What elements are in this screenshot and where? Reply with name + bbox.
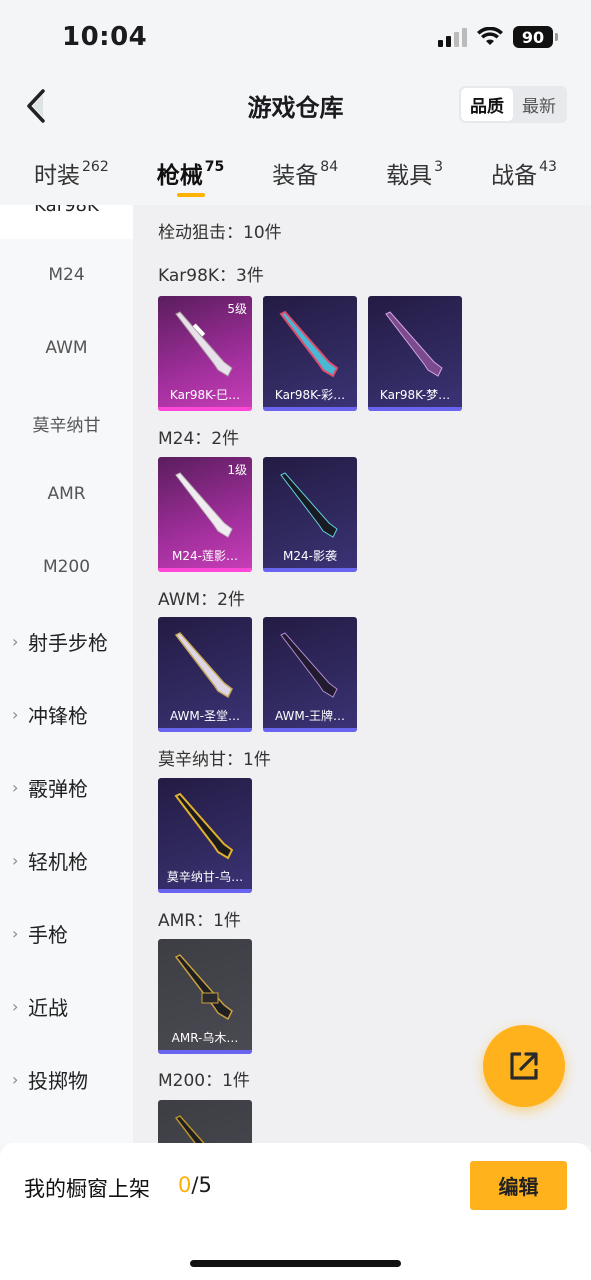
sidebar-category-smg[interactable]: › 冲锋枪 <box>12 700 132 729</box>
sidebar-item-amr[interactable]: AMR <box>0 484 133 504</box>
sort-newest-button[interactable]: 最新 <box>513 88 565 121</box>
level-badge: 1级 <box>227 463 247 477</box>
sidebar-category-melee[interactable]: › 近战 <box>12 992 132 1021</box>
sidebar-category-shotgun[interactable]: › 霰弹枪 <box>12 773 132 802</box>
weapon-card[interactable]: 5级 Kar98K-巳… <box>158 296 252 411</box>
edit-button[interactable]: 编辑 <box>470 1161 567 1210</box>
weapon-name: 莫辛纳甘-乌… <box>166 870 244 884</box>
showcase-label: 我的橱窗上架 <box>24 1177 150 1201</box>
rifle-icon <box>174 792 234 860</box>
tab-fashion[interactable]: 时装 262 <box>34 144 109 204</box>
tab-supplies[interactable]: 战备 43 <box>491 144 557 204</box>
weapon-card[interactable] <box>158 1100 252 1145</box>
tab-count: 43 <box>539 159 557 175</box>
sort-toggle: 品质 最新 <box>459 86 567 123</box>
sidebar-category-lmg[interactable]: › 轻机枪 <box>12 846 132 875</box>
tab-equipment[interactable]: 装备 84 <box>272 144 338 204</box>
external-link-icon <box>510 1052 538 1080</box>
rifle-icon <box>280 472 338 538</box>
sidebar-category-throwable[interactable]: › 投掷物 <box>12 1065 132 1094</box>
rifle-icon <box>174 954 233 1021</box>
section-title: 莫辛纳甘：1件 <box>158 750 271 770</box>
header: 游戏仓库 品质 最新 <box>0 78 591 134</box>
weapon-name: AWM-王牌… <box>274 709 346 723</box>
rifle-icon <box>174 632 233 699</box>
rarity-bar <box>263 407 357 411</box>
sidebar-category-dmr[interactable]: › 射手步枪 <box>12 627 132 656</box>
sidebar: Kar98K M24 AWM 莫辛纳甘 AMR M200 › 射手步枪 › 冲锋枪 … <box>0 205 133 1145</box>
chevron-right-icon: › <box>12 997 19 1016</box>
tab-firearms[interactable]: 枪械 75 <box>157 144 224 204</box>
rifle-icon <box>175 472 233 538</box>
rarity-bar <box>158 1050 252 1054</box>
tab-count: 84 <box>320 159 339 175</box>
chevron-right-icon: › <box>12 778 19 797</box>
rarity-bar <box>158 889 252 893</box>
status-icons: 90 <box>438 26 558 48</box>
showcase-count: 0/5 <box>178 1173 212 1197</box>
sidebar-item-awm[interactable]: AWM <box>0 338 133 358</box>
weapon-card[interactable]: Kar98K-梦… <box>368 296 462 411</box>
status-time: 10:04 <box>62 22 148 52</box>
chevron-right-icon: › <box>12 632 19 651</box>
section-title: AWM：2件 <box>158 590 245 610</box>
weapon-card[interactable]: M24-影袭 <box>263 457 357 572</box>
weapon-card[interactable]: AWM-圣堂… <box>158 617 252 732</box>
section-title: Kar98K：3件 <box>158 266 264 286</box>
chevron-right-icon: › <box>12 705 19 724</box>
weapon-name: Kar98K-梦… <box>379 388 451 402</box>
rarity-bar <box>263 728 357 732</box>
rarity-bar <box>263 568 357 572</box>
sort-quality-button[interactable]: 品质 <box>461 88 513 121</box>
weapon-name: Kar98K-巳… <box>169 388 241 402</box>
weapon-name: AWM-圣堂… <box>169 709 241 723</box>
rifle-icon <box>175 311 233 377</box>
chevron-right-icon: › <box>12 1070 19 1089</box>
sidebar-item-m24[interactable]: M24 <box>0 265 133 285</box>
weapon-card[interactable]: AWM-王牌… <box>263 617 357 732</box>
section-title: AMR：1件 <box>158 911 241 931</box>
wifi-icon <box>477 27 503 45</box>
signal-icon <box>438 27 467 47</box>
level-badge: 5级 <box>227 302 247 316</box>
status-bar: 10:04 90 <box>0 0 591 78</box>
tab-count: 3 <box>434 159 444 175</box>
section-title: M24：2件 <box>158 429 240 449</box>
sidebar-item-mosin[interactable]: 莫辛纳甘 <box>0 411 133 436</box>
sidebar-item-m200[interactable]: M200 <box>0 557 133 577</box>
rifle-icon <box>385 311 443 377</box>
section-title: M200：1件 <box>158 1071 250 1091</box>
chevron-right-icon: › <box>12 851 19 870</box>
rarity-bar <box>158 568 252 572</box>
sidebar-item-kar98k[interactable]: Kar98K <box>0 205 133 239</box>
battery-icon: 90 <box>513 26 558 48</box>
weapon-list: 栓动狙击：10件 Kar98K：3件 5级 Kar98K-巳… Kar98K-彩… <box>133 205 591 1145</box>
chevron-right-icon: › <box>12 924 19 943</box>
weapon-name: M24-莲影… <box>172 549 238 563</box>
sidebar-category-pistol[interactable]: › 手枪 <box>12 919 132 948</box>
rifle-icon <box>174 1115 207 1145</box>
weapon-card[interactable]: AMR-乌木… <box>158 939 252 1054</box>
category-tabs: 时装 262 枪械 75 装备 84 载具 3 战备 43 <box>0 144 591 204</box>
group-title: 栓动狙击：10件 <box>158 223 282 243</box>
weapon-name: AMR-乌木… <box>171 1031 239 1045</box>
weapon-name: Kar98K-彩… <box>274 388 346 402</box>
weapon-card[interactable]: 莫辛纳甘-乌… <box>158 778 252 893</box>
weapon-card[interactable]: 1级 M24-莲影… <box>158 457 252 572</box>
home-indicator <box>190 1260 401 1267</box>
rarity-bar <box>368 407 462 411</box>
tab-count: 262 <box>82 159 109 175</box>
weapon-name: M24-影袭 <box>283 549 337 563</box>
weapon-card[interactable]: Kar98K-彩… <box>263 296 357 411</box>
share-fab[interactable] <box>483 1025 565 1107</box>
tab-count: 75 <box>204 159 225 175</box>
rifle-icon <box>279 310 339 378</box>
rifle-icon <box>280 632 338 698</box>
rarity-bar <box>158 407 252 411</box>
rarity-bar <box>158 728 252 732</box>
tab-vehicles[interactable]: 载具 3 <box>386 144 443 204</box>
